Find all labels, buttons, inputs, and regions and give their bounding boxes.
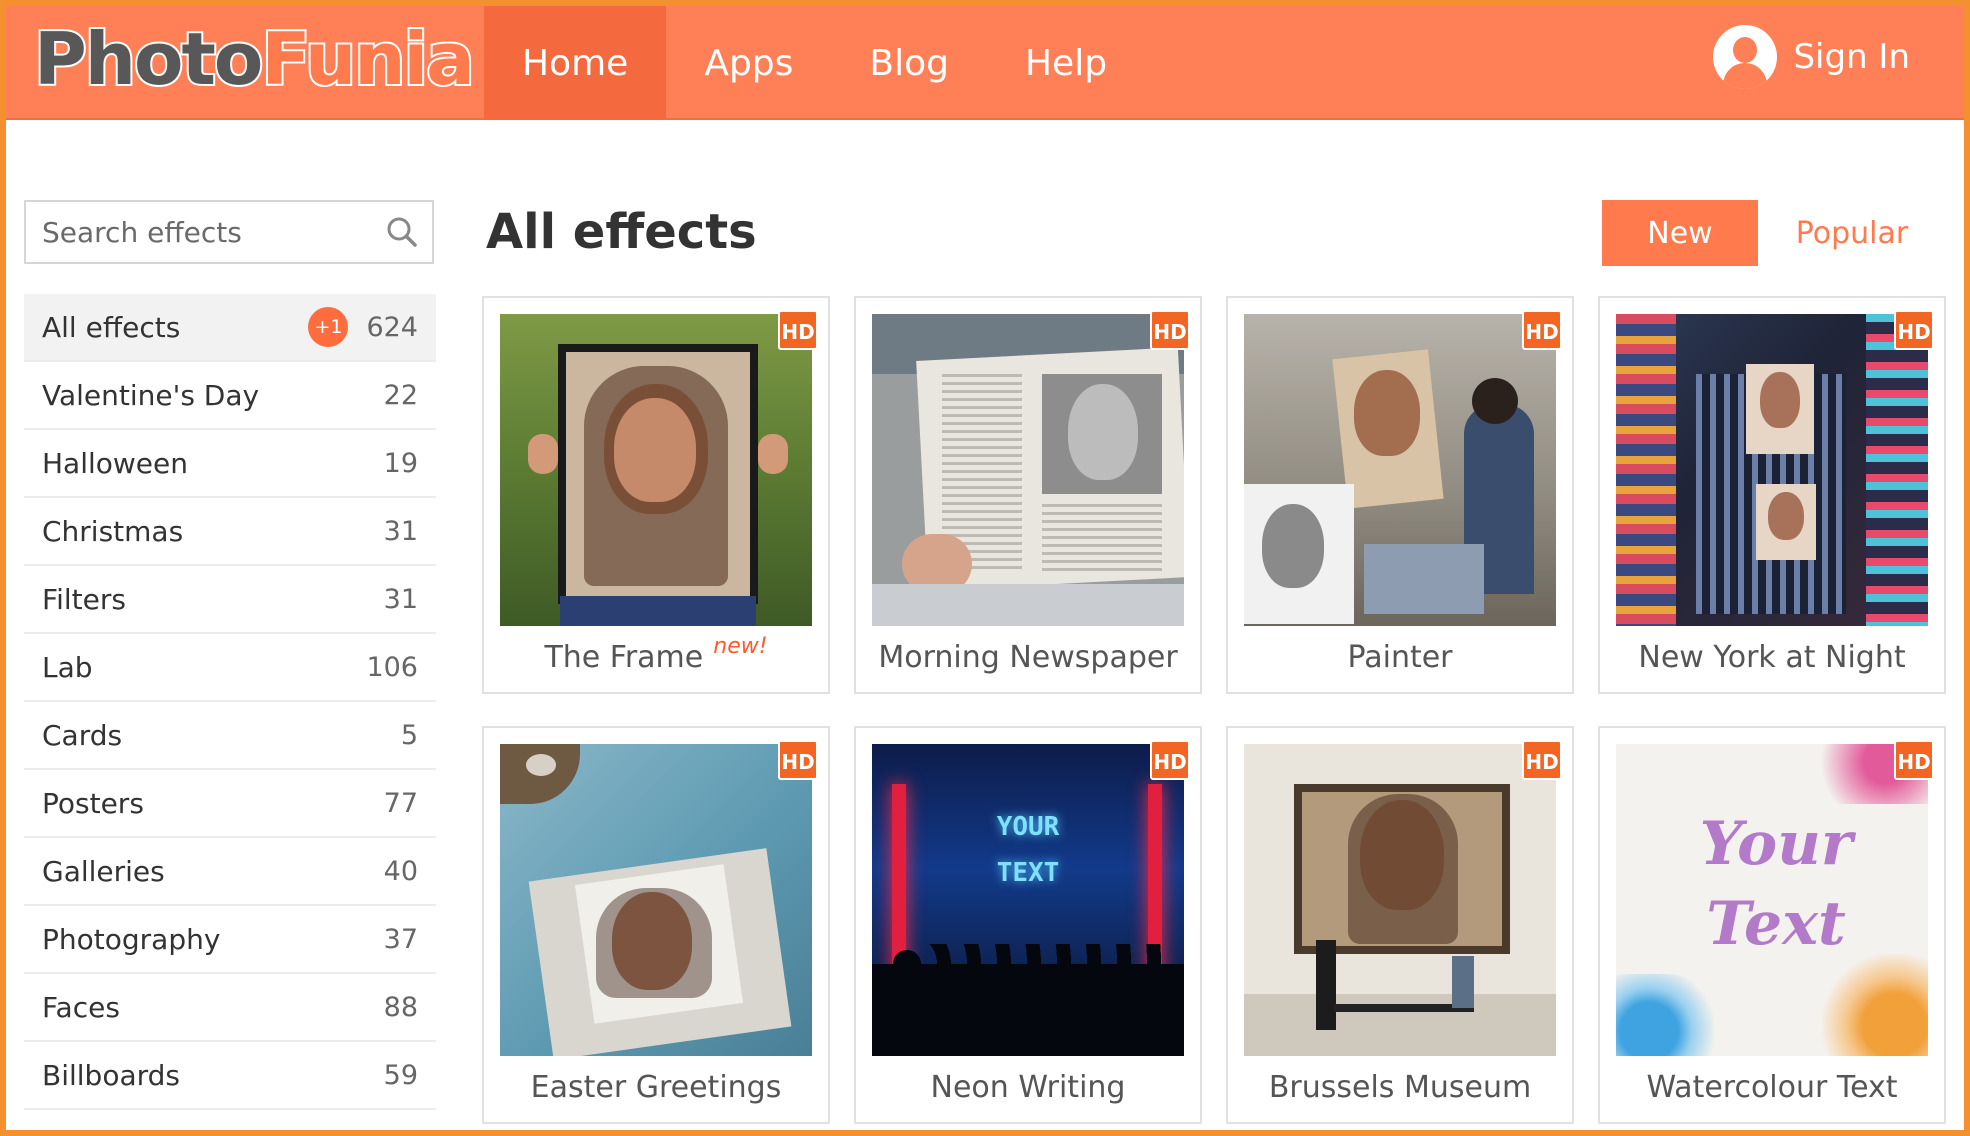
effect-title: Neon Writing — [930, 1070, 1126, 1105]
effect-card-the-frame[interactable]: HD The Frame new! — [482, 296, 830, 694]
effect-card-painter[interactable]: HD Painter — [1226, 296, 1574, 694]
photofunia-logo[interactable]: PhotoFunia — [32, 15, 477, 103]
hd-badge: HD — [1894, 310, 1934, 350]
neon-text: YOUR TEXT — [996, 812, 1060, 888]
nav-home[interactable]: Home — [484, 6, 667, 120]
category-cards[interactable]: Cards 5 — [24, 702, 436, 770]
search-box — [24, 200, 434, 264]
user-icon — [1713, 25, 1778, 89]
category-valentines-day[interactable]: Valentine's Day 22 — [24, 362, 436, 430]
nav-blog[interactable]: Blog — [831, 6, 987, 120]
category-filters[interactable]: Filters 31 — [24, 566, 436, 634]
effect-card-new-york-at-night[interactable]: HD New York at Night — [1598, 296, 1946, 694]
effect-card-neon-writing[interactable]: YOUR TEXT HD Neon Writing — [854, 726, 1202, 1124]
watercolour-text: Your Text — [1699, 809, 1853, 959]
page-title: All effects — [486, 204, 757, 260]
effect-thumbnail: YOUR TEXT — [872, 744, 1184, 1056]
category-posters[interactable]: Posters 77 — [24, 770, 436, 838]
effect-card-brussels-museum[interactable]: HD Brussels Museum — [1226, 726, 1574, 1124]
effect-title: Morning Newspaper — [878, 640, 1178, 675]
nav-apps[interactable]: Apps — [666, 6, 831, 120]
new-count-badge: +1 — [308, 307, 349, 347]
hd-badge: HD — [1894, 740, 1934, 780]
top-header: PhotoFunia Home Apps Blog Help Sign In — [0, 0, 1970, 120]
hd-badge: HD — [778, 740, 818, 780]
search-input[interactable] — [26, 202, 376, 262]
effect-title: Painter — [1347, 640, 1453, 675]
hd-badge: HD — [1522, 310, 1562, 350]
effect-thumbnail — [1244, 314, 1556, 626]
category-photography[interactable]: Photography 37 — [24, 906, 436, 974]
category-list: All effects +1 624 Valentine's Day 22 Hal… — [24, 294, 436, 1110]
effect-thumbnail — [500, 314, 812, 626]
category-all-effects[interactable]: All effects +1 624 — [24, 294, 436, 362]
category-christmas[interactable]: Christmas 31 — [24, 498, 436, 566]
category-galleries[interactable]: Galleries 40 — [24, 838, 436, 906]
hd-badge: HD — [778, 310, 818, 350]
effect-title: Easter Greetings — [530, 1070, 782, 1105]
hd-badge: HD — [1150, 310, 1190, 350]
effect-thumbnail — [1244, 744, 1556, 1056]
new-tag: new! — [713, 634, 768, 659]
hd-badge: HD — [1150, 740, 1190, 780]
hd-badge: HD — [1522, 740, 1562, 780]
sort-new-button[interactable]: New — [1602, 200, 1758, 266]
effect-thumbnail — [500, 744, 812, 1056]
effect-title: Brussels Museum — [1268, 1070, 1532, 1105]
effect-title: New York at Night — [1638, 640, 1906, 675]
main-nav: Home Apps Blog Help — [484, 6, 1145, 120]
effect-thumbnail — [1616, 314, 1928, 626]
category-lab[interactable]: Lab 106 — [24, 634, 436, 702]
effect-title: Watercolour Text — [1646, 1070, 1898, 1105]
category-billboards[interactable]: Billboards 59 — [24, 1042, 436, 1110]
effect-card-watercolour-text[interactable]: Your Text HD Watercolour Text — [1598, 726, 1946, 1124]
effect-title: The Frame — [544, 640, 704, 675]
search-icon[interactable] — [384, 214, 420, 250]
category-halloween[interactable]: Halloween 19 — [24, 430, 436, 498]
effect-thumbnail — [872, 314, 1184, 626]
effect-card-easter-greetings[interactable]: HD Easter Greetings — [482, 726, 830, 1124]
effect-thumbnail: Your Text — [1616, 744, 1928, 1056]
sort-popular-button[interactable]: Popular — [1784, 200, 1920, 266]
sign-in-label: Sign In — [1793, 37, 1910, 77]
category-faces[interactable]: Faces 88 — [24, 974, 436, 1042]
nav-help[interactable]: Help — [987, 6, 1145, 120]
sign-in-button[interactable]: Sign In — [1713, 22, 1910, 92]
effect-card-morning-newspaper[interactable]: HD Morning Newspaper — [854, 296, 1202, 694]
